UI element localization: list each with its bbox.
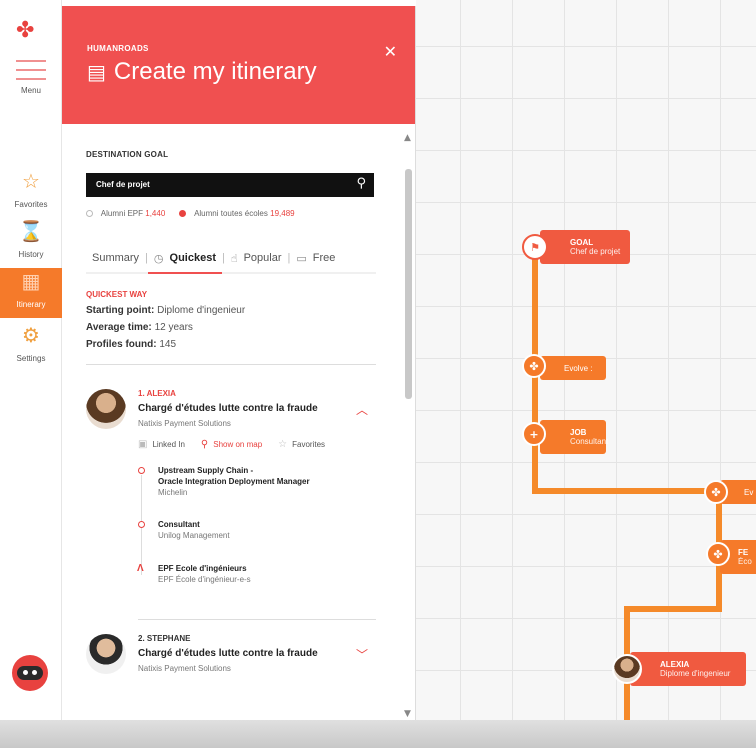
scroll-up-icon[interactable]: ▲ bbox=[404, 133, 411, 143]
profile-job: Chargé d'études lutte contre la fraude bbox=[138, 648, 318, 659]
profile-job: Chargé d'études lutte contre la fraude bbox=[138, 403, 318, 414]
start-marker-icon: Λ bbox=[137, 563, 144, 574]
humanroads-logo-icon[interactable]: ✤ bbox=[16, 18, 34, 43]
rail-label-settings: Settings bbox=[16, 354, 46, 363]
rail-label-favorites: Favorites bbox=[14, 200, 48, 209]
rail-item-favorites[interactable]: ☆ Favorites bbox=[0, 168, 62, 218]
scroll-down-icon[interactable]: ▼ bbox=[404, 709, 411, 719]
evolve-icon: ✤ bbox=[706, 542, 730, 566]
profile-company: Natixis Payment Solutions bbox=[138, 664, 231, 673]
avatar bbox=[86, 389, 126, 429]
map-icon: ▤ bbox=[87, 60, 106, 84]
destination-search-input[interactable]: Chef de projet ⚲ bbox=[86, 173, 374, 197]
profile-actions: ▣ Linked In ⚲ Show on map ☆ Favorites bbox=[138, 439, 325, 450]
bottom-bar bbox=[0, 720, 756, 748]
flag-icon: ⚑ bbox=[522, 234, 548, 260]
chevron-up-icon[interactable]: ︿ bbox=[356, 401, 368, 418]
evolve-icon: ✤ bbox=[522, 354, 546, 378]
tab-summary[interactable]: Summary bbox=[86, 243, 145, 273]
menu-label: Menu bbox=[20, 86, 41, 95]
avatar bbox=[612, 654, 642, 684]
rail-item-itinerary[interactable]: ▦ Itinerary bbox=[0, 268, 62, 318]
star-outline-icon: ☆ bbox=[278, 439, 288, 450]
icon-rail: ✤ Menu ☆ Favorites ⌛ History ▦ Itinerary… bbox=[0, 0, 62, 720]
tab-popular[interactable]: ☝ Popular bbox=[225, 243, 288, 273]
profile-card[interactable]: 1. ALEXIA Chargé d'études lutte contre l… bbox=[86, 389, 376, 465]
road-segment bbox=[624, 606, 722, 612]
linkedin-icon: ▣ bbox=[138, 439, 148, 450]
tab-quickest[interactable]: ◷ Quickest bbox=[147, 244, 222, 274]
brand-label: HUMANROADS bbox=[87, 44, 149, 53]
alumni-filter: Alumni EPF 1,440 Alumni toutes écoles 19… bbox=[86, 209, 376, 218]
gear-icon: ⚙ bbox=[22, 323, 40, 347]
destination-label: DESTINATION GOAL bbox=[86, 150, 169, 159]
profile-name: 1. ALEXIA bbox=[138, 389, 176, 398]
profile-company: Natixis Payment Solutions bbox=[138, 419, 231, 428]
panel-content: DESTINATION GOAL Chef de projet ⚲ Alumni… bbox=[86, 124, 376, 710]
thumbs-up-icon: ☝ bbox=[230, 251, 238, 265]
career-timeline: Upstream Supply Chain - Oracle Integrati… bbox=[137, 466, 310, 584]
panel-title: ▤ Create my itinerary bbox=[87, 58, 317, 86]
hamburger-icon bbox=[16, 60, 46, 80]
favorites-link[interactable]: ☆ Favorites bbox=[278, 439, 325, 450]
alexia-node[interactable]: ALEXIA Diplome d'ingenieur bbox=[630, 652, 746, 686]
goal-node[interactable]: GOAL Chef de projet bbox=[540, 230, 630, 264]
rail-item-settings[interactable]: ⚙ Settings bbox=[0, 322, 62, 372]
avatar bbox=[86, 634, 126, 674]
app-window: ✤ Menu ☆ Favorites ⌛ History ▦ Itinerary… bbox=[0, 0, 756, 748]
chatbot-icon[interactable] bbox=[12, 655, 48, 691]
starting-point: Starting point: Diplome d'ingenieur bbox=[86, 305, 246, 316]
panel-title-text: Create my itinerary bbox=[113, 58, 317, 85]
itinerary-panel: HUMANROADS ▤ Create my itinerary ✕ ▲ ▼ D… bbox=[62, 6, 416, 722]
evolve-icon: ✤ bbox=[704, 480, 728, 504]
search-value: Chef de projet bbox=[96, 180, 150, 189]
location-pin-icon: ⚲ bbox=[200, 439, 209, 450]
profile-card[interactable]: 2. STEPHANE Chargé d'études lutte contre… bbox=[86, 634, 376, 710]
clock-icon: ◷ bbox=[153, 251, 164, 265]
quickest-way-title: QUICKEST WAY bbox=[86, 290, 148, 299]
rail-label-itinerary: Itinerary bbox=[16, 300, 46, 309]
free-icon: ▭ bbox=[296, 251, 307, 265]
average-time: Average time: 12 years bbox=[86, 322, 193, 333]
radio-alumni-epf[interactable]: Alumni EPF 1,440 bbox=[86, 209, 166, 218]
map-icon: ▦ bbox=[21, 269, 41, 293]
panel-header: HUMANROADS ▤ Create my itinerary ✕ bbox=[62, 6, 415, 124]
history-icon: ⌛ bbox=[18, 219, 44, 243]
itinerary-map[interactable]: GOAL Chef de projet ⚑ Evolve : ✤ JOB Con… bbox=[416, 0, 756, 720]
job-node[interactable]: JOB Consultant bbox=[540, 420, 608, 454]
menu-button[interactable]: Menu bbox=[0, 60, 62, 95]
plus-icon: + bbox=[522, 422, 546, 446]
profile-name: 2. STEPHANE bbox=[138, 634, 191, 643]
tab-free[interactable]: ▭ Free bbox=[290, 243, 341, 273]
search-icon[interactable]: ⚲ bbox=[356, 176, 366, 191]
show-on-map-link[interactable]: ⚲ Show on map bbox=[201, 439, 262, 450]
linkedin-link[interactable]: ▣ Linked In bbox=[138, 439, 185, 450]
profiles-found: Profiles found: 145 bbox=[86, 339, 177, 350]
star-icon: ☆ bbox=[22, 169, 40, 193]
rail-item-history[interactable]: ⌛ History bbox=[0, 218, 62, 268]
chevron-down-icon[interactable]: ﹀ bbox=[356, 646, 368, 663]
scrollbar[interactable]: ▲ ▼ bbox=[404, 133, 412, 719]
radio-alumni-all[interactable]: Alumni toutes écoles 19,489 bbox=[179, 209, 295, 218]
close-icon[interactable]: ✕ bbox=[384, 42, 397, 61]
scroll-thumb[interactable] bbox=[405, 169, 412, 399]
evolve-node[interactable]: Evolve : bbox=[540, 356, 606, 380]
divider bbox=[138, 619, 376, 620]
route-tabs: Summary | ◷ Quickest | ☝ Popular | ▭ Free bbox=[86, 244, 376, 274]
divider bbox=[86, 364, 376, 365]
rail-label-history: History bbox=[18, 250, 44, 259]
